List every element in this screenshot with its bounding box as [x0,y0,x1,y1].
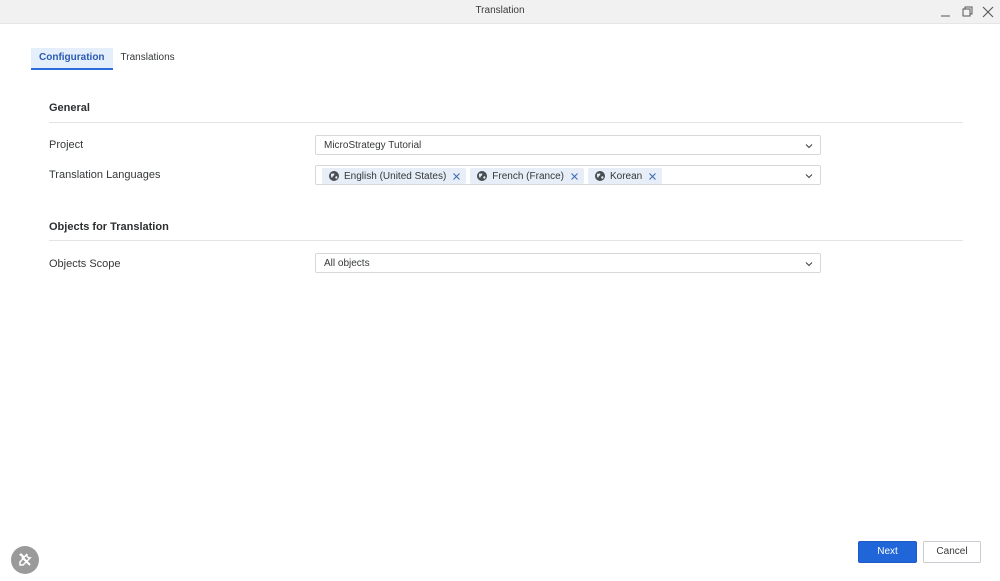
language-chip: French (France) [470,168,584,184]
restore-icon[interactable] [958,3,976,21]
translation-languages-select[interactable]: English (United States) French (France) … [315,165,821,185]
section-divider [49,240,963,241]
language-chip-label: French (France) [492,170,564,182]
window-title: Translation [475,5,525,16]
language-chip: Korean [587,168,663,184]
tab-bar: Configuration Translations [31,48,183,71]
tab-translations[interactable]: Translations [113,48,183,70]
translation-languages-label: Translation Languages [49,169,161,181]
section-divider [49,122,963,123]
tools-icon [19,553,32,566]
chevron-down-icon [805,262,813,267]
language-chip-label: Korean [609,170,643,182]
section-title-objects: Objects for Translation [49,221,169,233]
remove-chip-icon[interactable] [452,172,461,181]
window-titlebar: Translation [0,0,1000,24]
objects-scope-label: Objects Scope [49,258,121,270]
project-label: Project [49,139,84,151]
language-chip: English (United States) [322,168,467,184]
tools-button[interactable] [11,546,39,574]
globe-icon [329,171,339,181]
chevron-down-icon [805,144,813,149]
language-chip-label: English (United States) [344,170,447,182]
chevron-down-icon [805,174,813,179]
project-select-value: MicroStrategy Tutorial [324,140,422,151]
next-button[interactable]: Next [858,541,917,563]
globe-icon [477,171,488,181]
project-select[interactable]: MicroStrategy Tutorial [315,135,821,155]
close-icon[interactable] [979,3,997,21]
section-title-general: General [49,102,90,114]
globe-icon [594,171,605,181]
language-chip-list: English (United States) French (France) … [322,168,663,184]
minimize-icon[interactable] [937,3,955,21]
cancel-button[interactable]: Cancel [923,541,981,563]
remove-chip-icon[interactable] [648,172,657,181]
objects-scope-select[interactable]: All objects [315,253,821,273]
tab-configuration[interactable]: Configuration [31,48,113,70]
remove-chip-icon[interactable] [570,172,579,181]
objects-scope-select-value: All objects [324,258,370,269]
